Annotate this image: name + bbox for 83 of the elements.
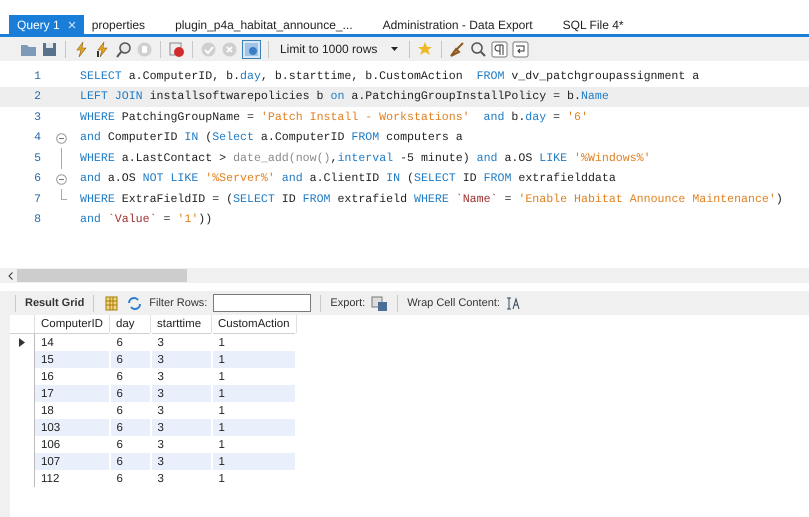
table-cell: 6 xyxy=(110,453,150,470)
table-cell: 1 xyxy=(212,334,296,351)
code-line: LEFT JOIN installsoftwarepolicies b on a.PatchingGroupInstallPolicy = b.Name xyxy=(80,90,609,104)
table-cell: 6 xyxy=(110,368,150,385)
table-cell: 18 xyxy=(34,402,110,419)
table-cell: 6 xyxy=(110,419,150,436)
table-cell: 16 xyxy=(34,368,110,385)
table-cell: 15 xyxy=(34,351,110,368)
refresh-icon[interactable] xyxy=(126,294,144,312)
pilcrow-icon[interactable] xyxy=(491,40,508,58)
line-number: 5 xyxy=(33,152,41,165)
code-line: WHERE ExtraFieldID = (SELECT ID FROM extrafield WHERE `Name` = 'Enable Habitat Announce Maintenance') xyxy=(80,192,783,206)
line-number: 4 xyxy=(33,131,41,144)
filter-field[interactable] xyxy=(213,294,312,312)
columns-icon[interactable] xyxy=(103,294,120,312)
table-cell: 3 xyxy=(150,385,212,402)
column-header[interactable]: CustomAction xyxy=(212,315,296,334)
table-cell: 14 xyxy=(34,334,110,351)
column-header[interactable]: starttime xyxy=(150,315,212,334)
code-line: and `Value` = '1')) xyxy=(80,213,212,226)
table-cell: 3 xyxy=(150,453,212,470)
export-label: Export: xyxy=(330,297,366,309)
table-cell: 3 xyxy=(150,402,212,419)
stop-error-icon[interactable] xyxy=(168,40,185,58)
table-cell: 1 xyxy=(212,453,296,470)
broom-icon[interactable] xyxy=(449,40,466,58)
fold-icon[interactable] xyxy=(56,132,67,144)
autocommit-toggle[interactable] xyxy=(242,40,261,58)
line-number: 1 xyxy=(33,70,41,83)
code-line: WHERE a.LastContact > date_add(now(),interval -5 minute) and a.OS LIKE '%Windows%' xyxy=(80,152,651,165)
table-cell: 6 xyxy=(110,436,150,453)
column-header[interactable]: ComputerID xyxy=(34,315,110,334)
line-number: 8 xyxy=(33,213,41,226)
table-cell: 1 xyxy=(212,385,296,402)
line-number: 6 xyxy=(33,172,41,186)
fold-icon[interactable] xyxy=(56,174,67,184)
filter-label: Filter Rows: xyxy=(149,297,208,309)
wrap-label: Wrap Cell Content: xyxy=(407,297,500,309)
table-cell: 103 xyxy=(34,419,110,436)
table-cell: 3 xyxy=(150,368,212,385)
tab[interactable]: properties xyxy=(84,15,168,34)
scroll-left-icon[interactable] xyxy=(8,272,13,280)
table-cell: 1 xyxy=(212,419,296,436)
table-cell: 3 xyxy=(150,334,212,351)
magnifier-icon[interactable] xyxy=(115,40,132,58)
table-cell: 3 xyxy=(150,351,212,368)
line-number: 2 xyxy=(33,90,41,104)
column-header[interactable]: day xyxy=(110,315,150,334)
table-cell: 1 xyxy=(212,368,296,385)
tab[interactable]: Query 1 xyxy=(9,15,84,34)
table-cell: 6 xyxy=(110,334,150,351)
caret-icon[interactable] xyxy=(391,47,398,51)
row-pointer-icon xyxy=(19,338,25,347)
table-cell: 6 xyxy=(110,351,150,368)
limit-dropdown[interactable]: Limit to 1000 rows xyxy=(276,40,402,58)
code-line: SELECT a.ComputerID, b.day, b.starttime, b.CustomAction FROM v_dv_patchgroupassignment a xyxy=(80,70,700,83)
tab[interactable]: plugin_p4a_habitat_announce_... xyxy=(167,15,375,34)
search-icon[interactable] xyxy=(470,40,487,58)
table-cell: 112 xyxy=(34,470,110,487)
line-number: 3 xyxy=(33,110,41,124)
tab[interactable]: Administration - Data Export xyxy=(374,15,555,34)
star-icon[interactable] xyxy=(417,40,434,58)
code-line: and ComputerID IN (Select a.ComputerID FROM computers a xyxy=(80,131,463,144)
table-cell: 1 xyxy=(212,402,296,419)
save-icon[interactable] xyxy=(41,40,58,58)
table-cell: 6 xyxy=(110,402,150,419)
table-cell: 3 xyxy=(150,419,212,436)
export-icon[interactable] xyxy=(371,294,388,312)
line-number: 7 xyxy=(33,192,41,206)
table-cell: 17 xyxy=(34,385,110,402)
table-cell: 6 xyxy=(110,385,150,402)
close-icon[interactable] xyxy=(68,20,76,28)
table-cell: 1 xyxy=(212,351,296,368)
tab[interactable]: SQL File 4* xyxy=(554,15,646,34)
code-line: WHERE PatchingGroupName = 'Patch Install - Workstations' and b.day = '6' xyxy=(80,110,588,124)
table-cell: 3 xyxy=(150,436,212,453)
horizontal-scrollbar[interactable] xyxy=(0,268,809,283)
table-cell: 107 xyxy=(34,453,110,470)
result-grid-label[interactable]: Result Grid xyxy=(25,297,84,309)
wrap-icon[interactable] xyxy=(512,40,529,58)
table-cell: 106 xyxy=(34,436,110,453)
code-line: and a.OS NOT LIKE '%Server%' and a.ClientID IN (SELECT ID FROM extrafielddata xyxy=(80,172,616,186)
table-cell: 1 xyxy=(212,436,296,453)
